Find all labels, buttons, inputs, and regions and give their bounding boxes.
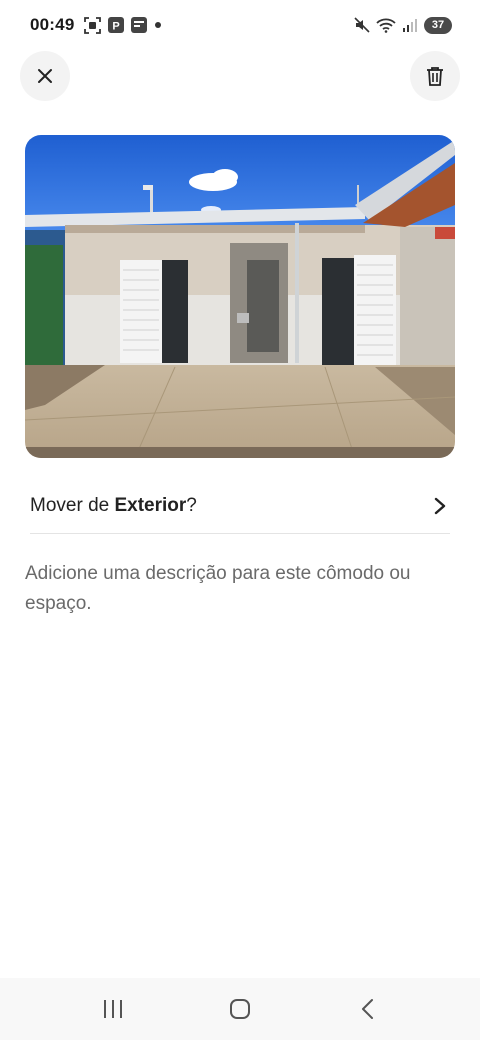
- description-input[interactable]: Adicione uma descrição para este cômodo …: [25, 559, 455, 619]
- battery-icon: 37: [424, 16, 452, 34]
- home-icon: [229, 998, 251, 1020]
- room-photo[interactable]: [25, 135, 455, 458]
- delete-button[interactable]: [410, 51, 460, 101]
- status-time: 00:49: [30, 15, 75, 34]
- wifi-icon: [376, 17, 396, 33]
- back-button[interactable]: [337, 984, 397, 1034]
- trash-icon: [426, 66, 444, 86]
- move-room-text: Mover de Exterior?: [30, 495, 197, 517]
- room-name: Exterior: [114, 494, 187, 516]
- back-icon: [360, 998, 374, 1020]
- signal-icon: [402, 18, 418, 32]
- mute-icon: [354, 17, 370, 33]
- chevron-right-icon: [434, 497, 446, 515]
- recent-apps-button[interactable]: [83, 984, 143, 1034]
- parking-icon: P: [108, 17, 125, 33]
- screenshot-icon: [84, 16, 102, 34]
- close-icon: [36, 67, 54, 85]
- move-suffix: ?: [186, 494, 197, 516]
- close-button[interactable]: [20, 51, 70, 101]
- recent-apps-icon: [102, 999, 124, 1019]
- svg-text:P: P: [113, 21, 120, 33]
- home-button[interactable]: [210, 984, 270, 1034]
- status-bar: 00:49 P 37: [0, 0, 480, 50]
- navigation-bar: [0, 978, 480, 1040]
- move-room-row[interactable]: Mover de Exterior?: [30, 478, 450, 534]
- status-right-icons: 37: [354, 16, 452, 34]
- dot-icon: [154, 21, 162, 29]
- notes-icon: [131, 17, 148, 33]
- status-left-icons: P: [84, 16, 162, 34]
- move-prefix: Mover de: [30, 494, 115, 516]
